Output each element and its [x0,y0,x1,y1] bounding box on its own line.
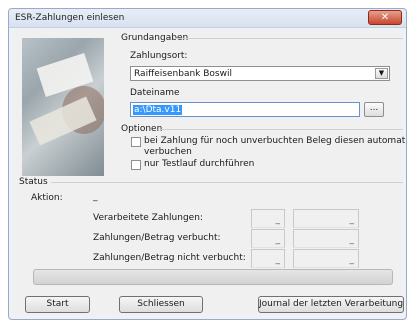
option-testlauf-label: nur Testlauf durchführen [144,159,255,169]
option-testlauf-checkbox[interactable] [131,160,141,170]
dateiname-value: a:\Dta.v11 [133,105,183,115]
title-bar: ESR-Zahlungen einlesen ✕ [9,9,406,28]
dateiname-input[interactable]: a:\Dta.v11 [130,102,360,117]
status-row-label: Zahlungen/Betrag nicht verbucht: [93,253,246,263]
optionen-heading: Optionen [121,124,163,134]
status-row-count: _ [251,249,285,268]
status-row-amount: _ [293,249,359,268]
zahlungsort-select[interactable]: Raiffeisenbank Boswil ▼ [130,66,390,81]
status-row-label: Verarbeitete Zahlungen: [93,213,203,223]
progress-bar [33,269,393,285]
browse-button[interactable]: ... [364,102,384,117]
option-auto-verbuchen-label-cont: verbuchen [144,147,192,157]
dateiname-label: Dateiname [130,88,180,98]
aktion-label: Aktion: [31,193,63,203]
window-title: ESR-Zahlungen einlesen [15,13,125,23]
dropdown-arrow-icon[interactable]: ▼ [375,68,388,79]
schliessen-button[interactable]: Schliessen [119,296,203,313]
zahlungsort-value: Raiffeisenbank Boswil [134,69,232,79]
optionen-divider [161,129,403,130]
status-row-amount: _ [293,209,359,228]
decorative-photo [22,38,104,176]
status-row-amount: _ [293,229,359,248]
status-divider [51,182,403,183]
dialog-window: ESR-Zahlungen einlesen ✕ Grundangaben Za… [8,8,407,320]
journal-button[interactable]: Journal der letzten Verarbeitung [258,296,404,313]
status-row-label: Zahlungen/Betrag verbucht: [93,233,221,243]
close-button[interactable]: ✕ [368,10,402,25]
zahlungsort-label: Zahlungsort: [130,51,188,61]
grundangaben-divider [173,38,403,39]
aktion-value: _ [93,192,98,202]
start-button[interactable]: Start [25,296,90,313]
option-auto-verbuchen-label: bei Zahlung für noch unverbuchten Beleg … [144,136,407,146]
status-heading: Status [19,177,48,187]
status-row-count: _ [251,209,285,228]
status-row-count: _ [251,229,285,248]
option-auto-verbuchen-checkbox[interactable] [131,137,141,147]
dialog-body: Grundangaben Zahlungsort: Raiffeisenbank… [13,30,406,315]
